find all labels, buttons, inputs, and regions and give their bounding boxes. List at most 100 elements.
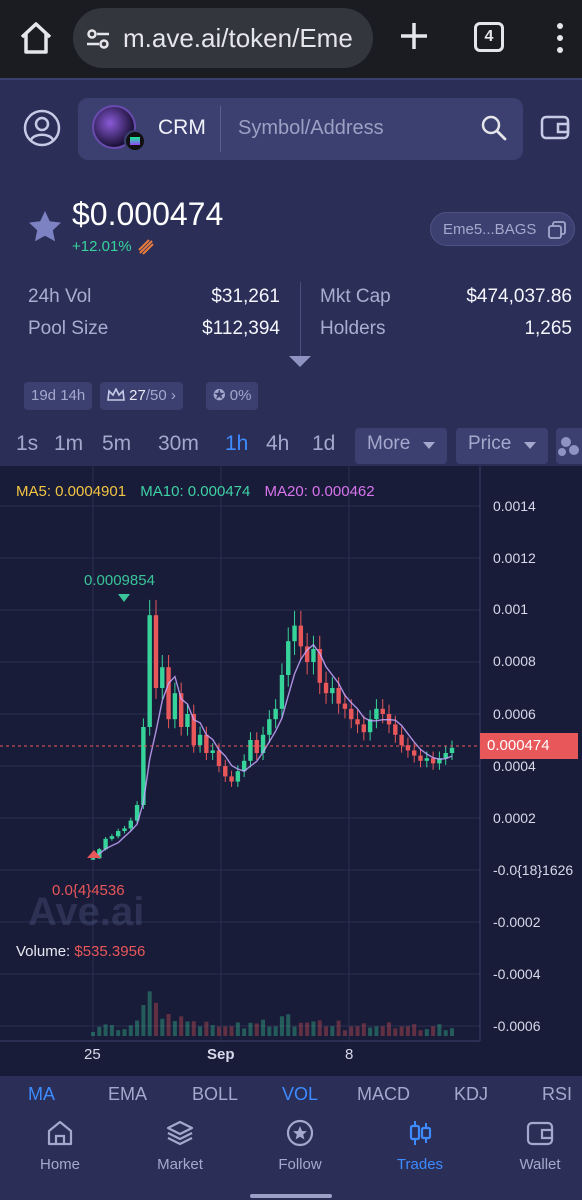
chevron-down-icon <box>423 442 435 449</box>
volume-bar <box>153 1002 158 1036</box>
ind-tab-rsi[interactable]: RSI <box>542 1084 572 1105</box>
pool-label: Pool Size <box>28 318 109 339</box>
ma20-value: MA20: 0.000462 <box>264 483 375 500</box>
volume-bar <box>387 1022 392 1036</box>
volume-bar <box>185 1021 190 1036</box>
y-tick: -0.0002 <box>493 914 541 930</box>
y-tick: 0.0004 <box>493 758 536 774</box>
nav-home[interactable]: Home <box>10 1118 110 1173</box>
volume-value: $535.3956 <box>74 943 146 960</box>
nav-trades[interactable]: Trades <box>370 1118 470 1173</box>
y-tick: 0.0008 <box>493 653 536 669</box>
ind-tab-kdj[interactable]: KDJ <box>454 1084 488 1105</box>
fire-icon <box>138 239 154 255</box>
candle-body <box>336 688 341 704</box>
high-arrow-icon <box>118 594 130 602</box>
candle-body <box>122 828 127 831</box>
nav-follow-label: Follow <box>278 1156 322 1173</box>
nav-follow[interactable]: Follow <box>250 1118 350 1173</box>
candle-body <box>430 758 436 764</box>
volume-bar <box>267 1026 272 1036</box>
volume-bar <box>128 1025 133 1036</box>
nav-market[interactable]: Market <box>130 1118 230 1173</box>
volume-bar <box>198 1026 203 1036</box>
ind-tab-vol[interactable]: VOL <box>282 1084 318 1105</box>
y-tick: 0.0014 <box>493 498 536 514</box>
tf-30m[interactable]: 30m <box>158 432 199 456</box>
candle-body <box>115 831 121 837</box>
y-tick: 0.0006 <box>493 706 536 722</box>
ind-tab-ema[interactable]: EMA <box>108 1084 147 1105</box>
y-tick: -0.0004 <box>493 966 541 982</box>
tf-4h[interactable]: 4h <box>266 432 289 456</box>
score-chip[interactable]: 27/50 › <box>100 382 183 410</box>
address-bar[interactable]: m.ave.ai/token/Eme <box>73 8 373 68</box>
candle-body <box>349 708 354 720</box>
wallet-icon[interactable] <box>540 112 570 142</box>
chevron-right-icon: › <box>166 387 176 404</box>
tf-1m[interactable]: 1m <box>54 432 83 456</box>
plus-icon[interactable] <box>396 18 432 54</box>
volume-bar <box>298 1022 303 1036</box>
ma-line <box>92 643 453 859</box>
app-header: CRM Symbol/Address <box>0 78 582 174</box>
nav-wallet[interactable]: Wallet <box>490 1118 582 1173</box>
tf-5m[interactable]: 5m <box>102 432 131 456</box>
candle-body <box>292 625 297 642</box>
search-input[interactable]: Symbol/Address <box>238 117 384 140</box>
search-box[interactable]: CRM Symbol/Address <box>78 98 523 160</box>
price-chart[interactable]: MA5: 0.0004901 MA10: 0.000474 MA20: 0.00… <box>0 466 582 1076</box>
volume-bar <box>418 1030 423 1036</box>
candle-body <box>147 615 152 727</box>
y-tick: -0.0006 <box>493 1018 541 1034</box>
price-mode-button[interactable]: Price <box>456 428 548 464</box>
candle-body <box>185 714 190 727</box>
volume-bar <box>437 1024 442 1036</box>
ind-tab-ma[interactable]: MA <box>28 1084 55 1105</box>
ind-tab-boll[interactable]: BOLL <box>192 1084 238 1105</box>
bottom-nav: Home Market Follow Trades Wallet <box>0 1106 582 1200</box>
more-vert-icon[interactable] <box>550 20 570 56</box>
vol-value: $31,261 <box>211 286 280 307</box>
mcap-label: Mkt Cap <box>320 286 391 307</box>
expand-arrow-icon[interactable] <box>289 356 311 367</box>
volume-bar <box>223 1026 228 1036</box>
tabs-icon[interactable]: 4 <box>474 22 504 52</box>
url-text: m.ave.ai/token/Eme <box>123 23 353 53</box>
candle-body <box>323 682 329 694</box>
candle-body <box>374 708 379 720</box>
volume-bar <box>261 1019 266 1036</box>
volume-bar <box>210 1025 215 1036</box>
score-den: /50 <box>145 387 167 404</box>
more-label: More <box>367 433 411 454</box>
search-icon[interactable] <box>480 114 508 142</box>
candle-body <box>418 755 423 761</box>
runner-icon: ✪ <box>213 387 226 404</box>
tf-1s[interactable]: 1s <box>16 432 38 456</box>
candle-body <box>355 719 360 725</box>
search-divider <box>220 106 221 152</box>
candle-body <box>380 708 385 714</box>
score-num: 27 <box>129 387 146 404</box>
home-icon <box>47 1120 73 1146</box>
tf-1d[interactable]: 1d <box>312 432 335 456</box>
copy-icon[interactable] <box>547 220 567 240</box>
tune-icon[interactable] <box>85 26 111 52</box>
tf-1h[interactable]: 1h <box>225 432 248 456</box>
home-icon[interactable] <box>16 18 56 58</box>
user-icon[interactable] <box>22 108 62 148</box>
dots-icon <box>558 437 579 456</box>
x-tick: 25 <box>84 1046 101 1063</box>
candlestick-icon <box>409 1121 432 1145</box>
indicator-settings-button[interactable] <box>556 428 582 464</box>
volume-label: Volume: <box>16 943 71 960</box>
holders-value: 1,265 <box>524 318 572 339</box>
more-timeframes-button[interactable]: More <box>355 428 447 464</box>
token-address-pill[interactable]: Eme5...BAGS <box>430 212 575 246</box>
price-change: +12.01% <box>72 238 132 255</box>
volume-bar <box>97 1026 102 1036</box>
ind-tab-macd[interactable]: MACD <box>357 1084 410 1105</box>
star-icon[interactable] <box>26 208 64 246</box>
volume-bar <box>443 1030 448 1036</box>
volume-bar <box>204 1021 209 1036</box>
